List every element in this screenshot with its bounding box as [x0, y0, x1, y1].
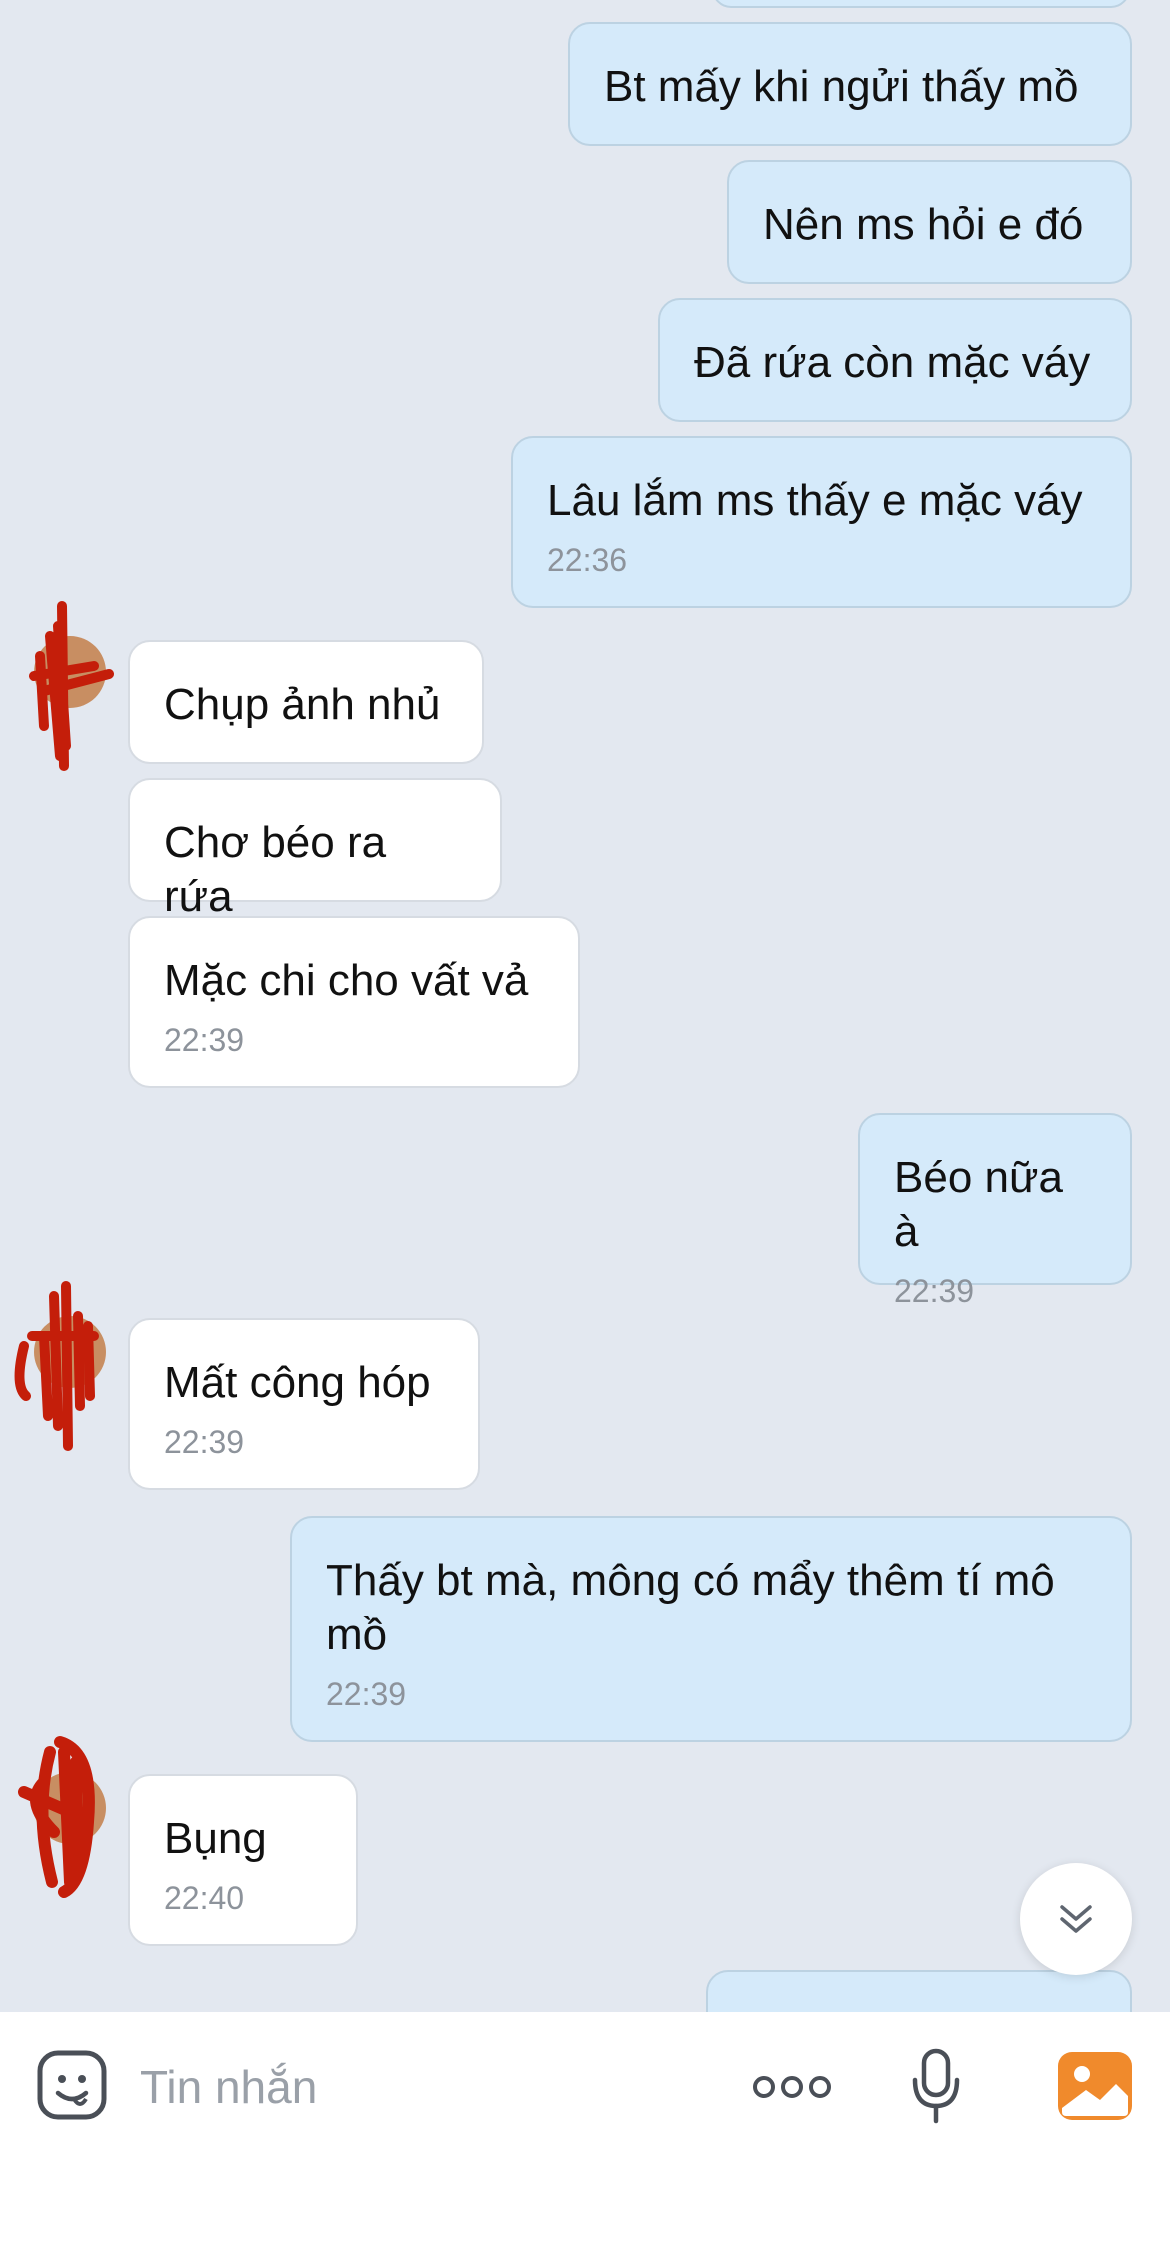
message-time: 22:39 — [894, 1273, 975, 1309]
message-input-bar: Tin nhắn — [0, 2012, 1170, 2157]
contact-avatar[interactable] — [18, 1736, 106, 1898]
message-text: Bụng — [164, 1814, 267, 1863]
message-bubble-outgoing[interactable]: Nên ms hỏi e đó — [727, 160, 1132, 284]
message-text: Bt mấy khi ngửi thấy mồ — [604, 62, 1079, 111]
redaction-scribble — [29, 601, 114, 771]
message-text: Mặc chi cho vất vả — [164, 956, 529, 1005]
message-time: 22:36 — [547, 542, 628, 578]
redaction-scribble — [18, 1736, 95, 1898]
message-bubble-incoming[interactable]: Mất công hóp 22:39 — [128, 1318, 480, 1490]
message-text: Chơ béo ra rứa — [164, 818, 387, 921]
sticker-face-icon[interactable] — [36, 2049, 108, 2121]
contact-avatar[interactable] — [14, 1281, 106, 1451]
message-bubble-partial — [712, 0, 1130, 8]
message-input-placeholder: Tin nhắn — [140, 2061, 318, 2113]
message-text: Nên ms hỏi e đó — [763, 200, 1084, 249]
message-bubble-partial — [706, 1970, 1132, 2012]
image-gallery-icon[interactable] — [1058, 2052, 1132, 2120]
message-time: 22:39 — [164, 1022, 245, 1058]
message-text: Thấy bt mà, mông có mẩy thêm tí mô mồ — [326, 1556, 1055, 1659]
message-bubble-incoming[interactable]: Chơ béo ra rứa — [128, 778, 502, 921]
message-time: 22:39 — [164, 1424, 245, 1460]
redaction-scribble — [14, 1281, 99, 1451]
message-text: Mất công hóp — [164, 1358, 431, 1407]
message-bubble-outgoing[interactable]: Lâu lắm ms thấy e mặc váy 22:36 — [511, 436, 1132, 608]
message-bubble-incoming[interactable]: Bụng 22:40 — [128, 1774, 358, 1946]
chevron-double-down-icon — [1060, 1905, 1092, 1933]
message-text: Chụp ảnh nhủ — [164, 680, 441, 729]
message-bubble-outgoing[interactable]: Bt mấy khi ngửi thấy mồ — [568, 22, 1132, 146]
message-text: Đã rứa còn mặc váy — [694, 338, 1091, 387]
message-bubble-outgoing[interactable]: Đã rứa còn mặc váy — [658, 298, 1132, 422]
message-bubble-outgoing[interactable]: Thấy bt mà, mông có mẩy thêm tí mô mồ 22… — [290, 1516, 1132, 1742]
message-time: 22:40 — [164, 1880, 245, 1916]
message-input[interactable]: Tin nhắn — [140, 2057, 700, 2117]
message-time: 22:39 — [326, 1676, 407, 1712]
more-options-icon[interactable] — [752, 2072, 832, 2102]
message-text: Béo nữa à — [894, 1153, 1063, 1256]
message-bubble-incoming[interactable]: Mặc chi cho vất vả 22:39 — [128, 916, 580, 1088]
message-text: Lâu lắm ms thấy e mặc váy — [547, 476, 1083, 525]
contact-avatar[interactable] — [29, 601, 114, 771]
microphone-icon[interactable] — [910, 2048, 962, 2124]
scroll-down-button[interactable] — [1020, 1863, 1132, 1975]
message-bubble-incoming[interactable]: Chụp ảnh nhủ — [128, 640, 484, 764]
chat-area[interactable]: Bt mấy khi ngửi thấy mồ Nên ms hỏi e đó … — [0, 0, 1170, 2012]
message-bubble-outgoing[interactable]: Béo nữa à 22:39 — [858, 1113, 1132, 1309]
